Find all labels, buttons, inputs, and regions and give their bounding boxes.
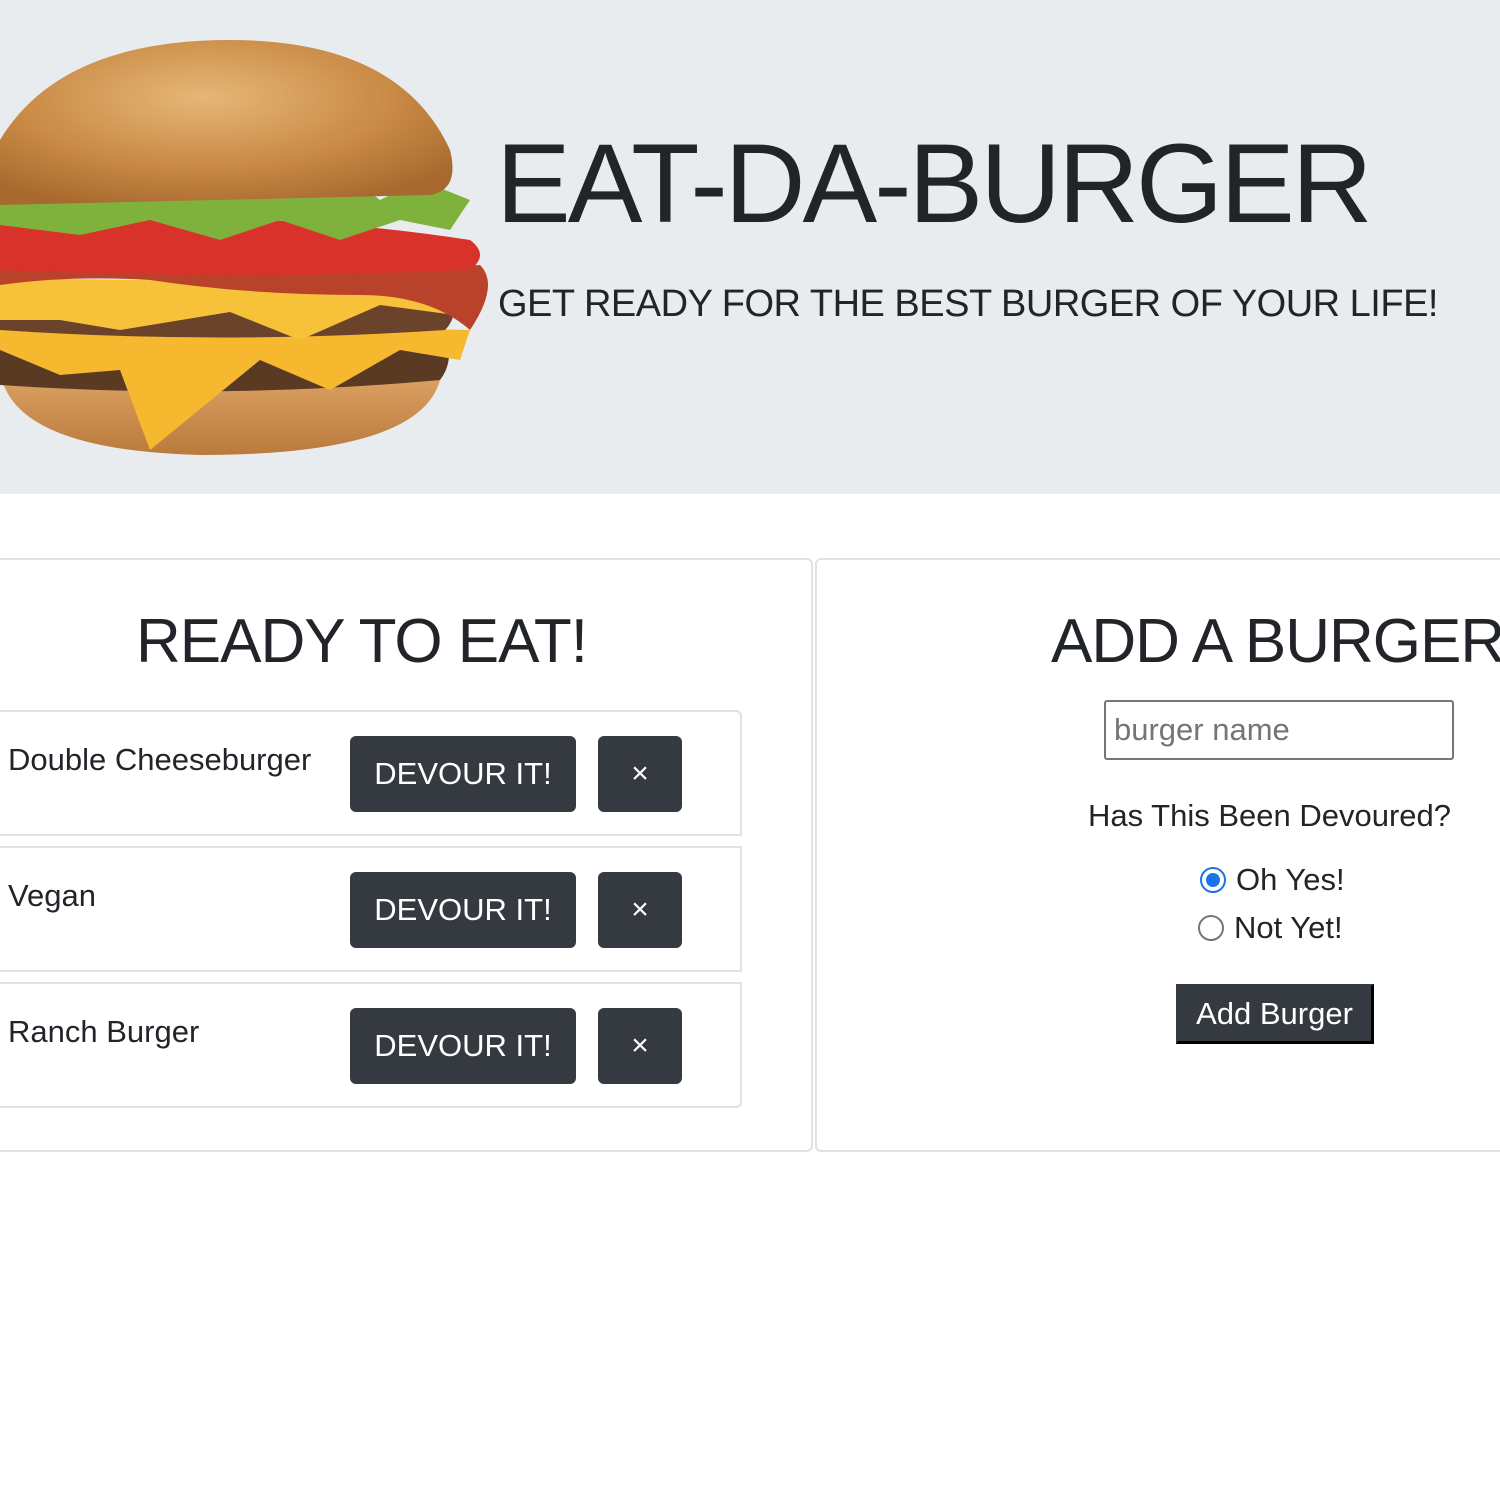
radio-option-yes[interactable]: Oh Yes! — [1200, 862, 1345, 898]
close-icon: × — [631, 757, 649, 790]
burger-list: Double Cheeseburger DEVOUR IT! × Vegan D… — [0, 710, 742, 1108]
burger-name: Double Cheeseburger — [8, 742, 312, 777]
devour-button[interactable]: DEVOUR IT! — [350, 872, 576, 948]
list-item: Double Cheeseburger DEVOUR IT! × — [0, 710, 742, 836]
delete-button[interactable]: × — [598, 736, 682, 812]
burger-image — [0, 40, 488, 455]
list-item: Vegan DEVOUR IT! × — [0, 846, 742, 972]
jumbotron-header: EAT-DA-BURGER GET READY FOR THE BEST BUR… — [0, 0, 1500, 494]
devoured-question: Has This Been Devoured? — [1088, 798, 1452, 833]
devour-button[interactable]: DEVOUR IT! — [350, 736, 576, 812]
burger-name-input[interactable] — [1104, 700, 1454, 760]
list-item: Ranch Burger DEVOUR IT! × — [0, 982, 742, 1108]
site-subtitle: GET READY FOR THE BEST BURGER OF YOUR LI… — [498, 283, 1438, 325]
add-burger-button[interactable]: Add Burger — [1176, 984, 1374, 1044]
burger-name: Ranch Burger — [8, 1014, 200, 1049]
close-icon: × — [631, 893, 649, 926]
radio-option-no[interactable]: Not Yet! — [1198, 910, 1343, 946]
close-icon: × — [631, 1029, 649, 1062]
radio-label: Not Yet! — [1234, 910, 1343, 945]
site-title: EAT-DA-BURGER — [496, 121, 1373, 246]
burger-name: Vegan — [8, 878, 96, 913]
radio-label: Oh Yes! — [1236, 862, 1345, 897]
delete-button[interactable]: × — [598, 1008, 682, 1084]
devour-button[interactable]: DEVOUR IT! — [350, 1008, 576, 1084]
add-burger-card: ADD A BURGER — [815, 558, 1500, 1152]
add-burger-heading: ADD A BURGER — [1051, 607, 1500, 676]
radio-unchecked-icon[interactable] — [1198, 915, 1224, 941]
ready-to-eat-heading: READY TO EAT! — [136, 607, 588, 676]
delete-button[interactable]: × — [598, 872, 682, 948]
radio-checked-icon[interactable] — [1200, 867, 1226, 893]
